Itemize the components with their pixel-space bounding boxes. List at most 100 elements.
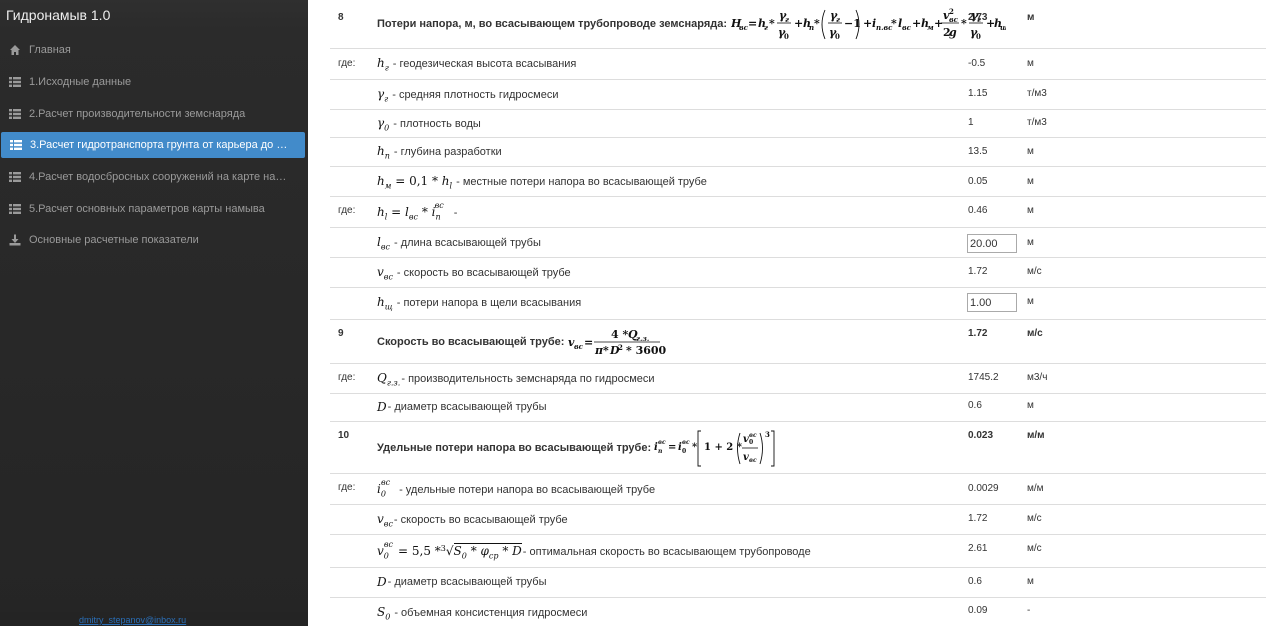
- svg-text:+: +: [794, 17, 803, 30]
- row-value: 0.6: [968, 576, 982, 587]
- svg-text:=: =: [668, 442, 676, 453]
- svg-text:0: 0: [784, 32, 789, 41]
- svg-text:1 + 2 *: 1 + 2 *: [704, 442, 743, 453]
- row-unit: м: [1027, 58, 1034, 69]
- sidebar-item-spillway[interactable]: 4.Расчет водосбросных сооружений на карт…: [0, 164, 304, 190]
- row-value: 0.46: [968, 205, 988, 216]
- list-icon: [9, 109, 21, 119]
- svg-text:g: g: [949, 26, 957, 39]
- table-row: vвс - скорость во всасывающей трубе 1.72…: [330, 257, 1266, 287]
- row-label: - скорость во всасывающей трубе: [396, 267, 571, 280]
- row-label: - геодезическая высота всасывания: [392, 58, 577, 71]
- list-icon: [9, 204, 21, 214]
- row-number: 8: [338, 12, 344, 23]
- svg-text:0: 0: [835, 32, 840, 41]
- row-value: 1.15: [968, 88, 988, 99]
- row-unit: м: [1027, 205, 1034, 216]
- row-description: vвс - скорость во всасывающей трубе: [377, 512, 568, 528]
- row-value: 1745.2: [968, 372, 999, 383]
- svg-text:*: *: [603, 344, 609, 357]
- row-description: hг - геодезическая высота всасывания: [377, 56, 576, 72]
- row-description: D - диаметр всасывающей трубы: [377, 400, 547, 414]
- suction-velocity-formula: v вс = 4 * Qг.з. π * D2 * 3600: [568, 328, 667, 357]
- specific-head-loss-formula: i пвс = i 0вс * 1 + 2 * v 0вс v вс 3: [654, 430, 775, 467]
- sidebar-item-label: 3.Расчет гидротранспорта грунта от карье…: [30, 139, 292, 151]
- row-description: lвс - длина всасывающей трубы: [377, 235, 541, 251]
- row-unit: м: [1027, 12, 1035, 23]
- row-label: - плотность воды: [393, 118, 481, 131]
- row-label: - оптимальная скорость во всасывающем тр…: [522, 545, 811, 558]
- row-unit: м: [1027, 176, 1034, 187]
- row-label: - потери напора в щели всасывания: [396, 297, 582, 310]
- row-number: 10: [338, 430, 350, 441]
- svg-text:* 3600: * 3600: [626, 344, 667, 357]
- app-title[interactable]: Гидронамыв 1.0: [6, 7, 110, 23]
- suction-pipe-length-input[interactable]: [967, 234, 1017, 253]
- row-unit: м: [1027, 146, 1034, 157]
- row-unit: м: [1027, 296, 1034, 307]
- svg-text:*: *: [769, 17, 775, 30]
- sidebar-item-label: 1.Исходные данные: [29, 76, 132, 88]
- table-row: 9 Скорость во всасывающей трубе: v вс = 4…: [330, 319, 1266, 363]
- row-value: 1: [968, 117, 974, 128]
- table-row: γг - средняя плотность гидросмеси 1.15 т…: [330, 79, 1266, 109]
- row-label: - длина всасывающей трубы: [393, 237, 541, 250]
- svg-text:4 *: 4 *: [611, 328, 628, 341]
- symbol: γг: [377, 87, 389, 104]
- svg-text:3: 3: [765, 430, 770, 439]
- row-unit: м3/ч: [1027, 372, 1048, 383]
- table-row: v0вс = 5,5 *3√S0 * φср * D - оптимальная …: [330, 534, 1266, 567]
- svg-text:*: *: [692, 442, 698, 453]
- list-icon: [9, 77, 21, 87]
- table-row: hщ - потери напора в щели всасывания м: [330, 287, 1266, 319]
- svg-text:0: 0: [749, 439, 753, 446]
- row-description: Скорость во всасывающей трубе: v вс = 4 *…: [377, 326, 668, 358]
- sidebar-item-dredger-productivity[interactable]: 2.Расчет производительности земснаряда: [0, 101, 304, 127]
- sidebar-item-main-indicators[interactable]: Основные расчетные показатели: [0, 227, 304, 253]
- svg-text:г: г: [764, 23, 768, 32]
- row-value: 0.09: [968, 605, 988, 616]
- row-label: - скорость во всасывающей трубе: [393, 514, 568, 527]
- row-unit: т/м3: [1027, 88, 1047, 99]
- home-icon: [10, 45, 20, 55]
- row-value: 1.72: [968, 328, 988, 339]
- row-value: 2.61: [968, 543, 988, 554]
- table-row: hп - глубина разработки 13.5 м: [330, 137, 1266, 166]
- slot-head-loss-input[interactable]: [967, 293, 1017, 312]
- sidebar-item-map-params[interactable]: 5.Расчет основных параметров карты намыв…: [0, 196, 304, 222]
- row-description: hп - глубина разработки: [377, 144, 502, 160]
- table-row: где: Qг.з. - производительность земснаря…: [330, 363, 1266, 393]
- table-row: lвс - длина всасывающей трубы м: [330, 227, 1266, 257]
- sidebar-item-initial-data[interactable]: 1.Исходные данные: [0, 69, 304, 95]
- row-label: - средняя плотность гидросмеси: [392, 89, 559, 102]
- symbol: hп: [377, 144, 390, 161]
- svg-text:2: 2: [618, 343, 623, 352]
- table-row: D - диаметр всасывающей трубы 0.6 м: [330, 567, 1266, 597]
- symbol: lвс: [377, 235, 390, 252]
- symbol: D: [377, 400, 387, 414]
- row-label: - удельные потери напора во всасывающей …: [399, 483, 656, 496]
- download-icon: [9, 234, 21, 246]
- footer-email-link[interactable]: dmitry_stepanov@inbox.ru: [79, 615, 186, 625]
- svg-text:+: +: [934, 17, 943, 30]
- table-row: где: i0вс - удельные потери напора во вс…: [330, 473, 1266, 504]
- table-row: 8 Потери напора, м, во всасывающем трубо…: [330, 0, 1266, 48]
- row-value: 2.73: [968, 12, 988, 23]
- svg-text:вс: вс: [749, 432, 757, 439]
- row-unit: м/м: [1027, 430, 1045, 441]
- row-unit: -: [1027, 605, 1031, 616]
- row-description: γ0 - плотность воды: [377, 116, 481, 132]
- svg-text:0: 0: [682, 448, 686, 455]
- sidebar-item-hydrotransport[interactable]: 3.Расчет гидротранспорта грунта от карье…: [1, 132, 305, 158]
- symbol: Qг.з.: [377, 371, 401, 388]
- symbol: vвс: [377, 512, 393, 529]
- sidebar: Гидронамыв 1.0 Главная 1.Исходные данные…: [0, 0, 308, 626]
- row-value: 0.05: [968, 176, 988, 187]
- sidebar-item-home[interactable]: Главная: [0, 37, 304, 63]
- svg-text:+: +: [912, 17, 921, 30]
- svg-text:вс: вс: [574, 342, 584, 351]
- symbol: hl = lвс * iпвс: [377, 201, 444, 222]
- row-description: D - диаметр всасывающей трубы: [377, 575, 547, 589]
- table-row: 10 Удельные потери напора во всасывающей…: [330, 421, 1266, 473]
- row-description: S0 - объемная консистенция гидросмеси: [377, 605, 587, 621]
